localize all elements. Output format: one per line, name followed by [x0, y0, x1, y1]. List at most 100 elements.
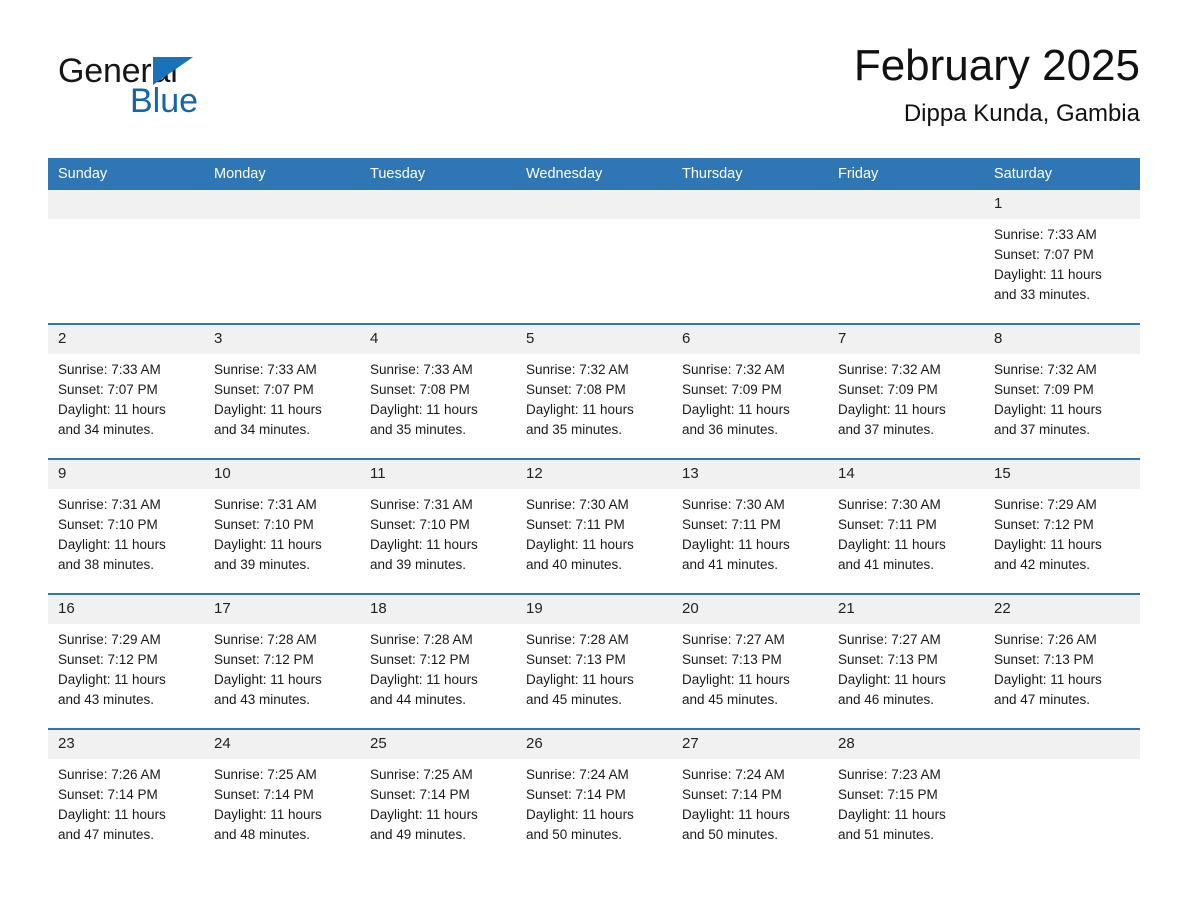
daylight-text-line1: Daylight: 11 hours	[682, 402, 790, 417]
sunset-text: Sunset: 7:09 PM	[994, 382, 1094, 397]
day-number	[204, 190, 360, 219]
day-details: Sunrise: 7:29 AM Sunset: 7:12 PM Daylight:…	[984, 489, 1140, 575]
day-number	[360, 190, 516, 219]
sunrise-text: Sunrise: 7:29 AM	[994, 497, 1097, 512]
sunset-text: Sunset: 7:13 PM	[682, 652, 782, 667]
daylight-text-line2: and 46 minutes.	[838, 692, 935, 707]
daylight-text-line1: Daylight: 11 hours	[370, 402, 478, 417]
daylight-text-line1: Daylight: 11 hours	[214, 537, 322, 552]
calendar-day-cell[interactable]: 28 Sunrise: 7:23 AM Sunset: 7:15 PM Dayligh…	[828, 728, 984, 863]
calendar-day-cell[interactable]: 8 Sunrise: 7:32 AM Sunset: 7:09 PM Daylight…	[984, 323, 1140, 459]
calendar-day-cell[interactable]: 24 Sunrise: 7:25 AM Sunset: 7:14 PM Dayligh…	[204, 728, 360, 863]
logo-triangle-icon	[153, 57, 193, 85]
daylight-text-line1: Daylight: 11 hours	[526, 807, 634, 822]
calendar-empty-cell	[672, 190, 828, 324]
title-block: February 2025 Dippa Kunda, Gambia	[854, 40, 1140, 130]
calendar-grid: Sunday Monday Tuesday Wednesday Thursday…	[48, 158, 1140, 863]
daylight-text-line2: and 44 minutes.	[370, 692, 467, 707]
calendar-day-cell[interactable]: 2 Sunrise: 7:33 AM Sunset: 7:07 PM Daylight…	[48, 323, 204, 459]
sunrise-text: Sunrise: 7:33 AM	[994, 227, 1097, 242]
calendar-day-cell[interactable]: 9 Sunrise: 7:31 AM Sunset: 7:10 PM Daylight…	[48, 458, 204, 594]
sunrise-text: Sunrise: 7:24 AM	[526, 767, 629, 782]
calendar-week-row: 2 Sunrise: 7:33 AM Sunset: 7:07 PM Daylight…	[48, 323, 1140, 459]
daylight-text-line2: and 47 minutes.	[58, 827, 155, 842]
sunset-text: Sunset: 7:07 PM	[214, 382, 314, 397]
daylight-text-line1: Daylight: 11 hours	[526, 537, 634, 552]
calendar-day-cell[interactable]: 27 Sunrise: 7:24 AM Sunset: 7:14 PM Dayligh…	[672, 728, 828, 863]
calendar-day-cell[interactable]: 16 Sunrise: 7:29 AM Sunset: 7:12 PM Dayligh…	[48, 593, 204, 729]
sunset-text: Sunset: 7:09 PM	[838, 382, 938, 397]
daylight-text-line1: Daylight: 11 hours	[838, 807, 946, 822]
day-details: Sunrise: 7:31 AM Sunset: 7:10 PM Daylight:…	[360, 489, 516, 575]
calendar-day-cell[interactable]: 6 Sunrise: 7:32 AM Sunset: 7:09 PM Daylight…	[672, 323, 828, 459]
daylight-text-line2: and 40 minutes.	[526, 557, 623, 572]
daylight-text-line1: Daylight: 11 hours	[58, 537, 166, 552]
day-number: 17	[204, 595, 360, 624]
day-details: Sunrise: 7:30 AM Sunset: 7:11 PM Daylight:…	[828, 489, 984, 575]
daylight-text-line2: and 47 minutes.	[994, 692, 1091, 707]
daylight-text-line1: Daylight: 11 hours	[526, 672, 634, 687]
daylight-text-line2: and 35 minutes.	[370, 422, 467, 437]
weekday-header-sunday: Sunday	[48, 158, 204, 190]
day-number: 13	[672, 460, 828, 489]
calendar-day-cell[interactable]: 23 Sunrise: 7:26 AM Sunset: 7:14 PM Dayligh…	[48, 728, 204, 863]
calendar-day-cell[interactable]: 1 Sunrise: 7:33 AM Sunset: 7:07 PM Daylight…	[984, 190, 1140, 324]
calendar-day-cell[interactable]: 5 Sunrise: 7:32 AM Sunset: 7:08 PM Daylight…	[516, 323, 672, 459]
daylight-text-line2: and 34 minutes.	[214, 422, 311, 437]
sunrise-text: Sunrise: 7:30 AM	[682, 497, 785, 512]
sunrise-text: Sunrise: 7:32 AM	[526, 362, 629, 377]
calendar-day-cell[interactable]: 19 Sunrise: 7:28 AM Sunset: 7:13 PM Dayligh…	[516, 593, 672, 729]
calendar-day-cell[interactable]: 7 Sunrise: 7:32 AM Sunset: 7:09 PM Daylight…	[828, 323, 984, 459]
daylight-text-line2: and 33 minutes.	[994, 287, 1091, 302]
day-details: Sunrise: 7:30 AM Sunset: 7:11 PM Daylight:…	[672, 489, 828, 575]
day-number: 5	[516, 325, 672, 354]
day-details: Sunrise: 7:30 AM Sunset: 7:11 PM Daylight:…	[516, 489, 672, 575]
daylight-text-line1: Daylight: 11 hours	[838, 402, 946, 417]
day-details: Sunrise: 7:31 AM Sunset: 7:10 PM Daylight:…	[204, 489, 360, 575]
sunrise-text: Sunrise: 7:33 AM	[58, 362, 161, 377]
page-title: February 2025	[853, 41, 1140, 90]
calendar-week-row: 1 Sunrise: 7:33 AM Sunset: 7:07 PM Daylight…	[48, 190, 1140, 324]
weekday-header-saturday: Saturday	[984, 158, 1140, 190]
calendar-day-cell[interactable]: 25 Sunrise: 7:25 AM Sunset: 7:14 PM Dayligh…	[360, 728, 516, 863]
sunset-text: Sunset: 7:12 PM	[58, 652, 158, 667]
day-number: 6	[672, 325, 828, 354]
calendar-day-cell[interactable]: 14 Sunrise: 7:30 AM Sunset: 7:11 PM Dayligh…	[828, 458, 984, 594]
calendar-day-cell[interactable]: 10 Sunrise: 7:31 AM Sunset: 7:10 PM Dayligh…	[204, 458, 360, 594]
calendar-day-cell[interactable]: 26 Sunrise: 7:24 AM Sunset: 7:14 PM Dayligh…	[516, 728, 672, 863]
calendar-day-cell[interactable]: 15 Sunrise: 7:29 AM Sunset: 7:12 PM Dayligh…	[984, 458, 1140, 594]
calendar-day-cell[interactable]: 11 Sunrise: 7:31 AM Sunset: 7:10 PM Dayligh…	[360, 458, 516, 594]
daylight-text-line1: Daylight: 11 hours	[682, 807, 790, 822]
calendar-day-cell[interactable]: 13 Sunrise: 7:30 AM Sunset: 7:11 PM Dayligh…	[672, 458, 828, 594]
day-number: 14	[828, 460, 984, 489]
daylight-text-line1: Daylight: 11 hours	[214, 402, 322, 417]
sunset-text: Sunset: 7:14 PM	[682, 787, 782, 802]
day-details: Sunrise: 7:32 AM Sunset: 7:08 PM Daylight:…	[516, 354, 672, 440]
sunrise-text: Sunrise: 7:28 AM	[370, 632, 473, 647]
calendar-day-cell[interactable]: 17 Sunrise: 7:28 AM Sunset: 7:12 PM Dayligh…	[204, 593, 360, 729]
calendar-day-cell[interactable]: 4 Sunrise: 7:33 AM Sunset: 7:08 PM Daylight…	[360, 323, 516, 459]
calendar-day-cell[interactable]: 21 Sunrise: 7:27 AM Sunset: 7:13 PM Dayligh…	[828, 593, 984, 729]
daylight-text-line2: and 34 minutes.	[58, 422, 155, 437]
calendar-empty-cell	[828, 190, 984, 324]
sunset-text: Sunset: 7:07 PM	[58, 382, 158, 397]
calendar-day-cell[interactable]: 3 Sunrise: 7:33 AM Sunset: 7:07 PM Daylight…	[204, 323, 360, 459]
daylight-text-line1: Daylight: 11 hours	[994, 672, 1102, 687]
day-number: 1	[984, 190, 1140, 219]
sunrise-text: Sunrise: 7:30 AM	[526, 497, 629, 512]
daylight-text-line1: Daylight: 11 hours	[994, 267, 1102, 282]
calendar-day-cell[interactable]: 18 Sunrise: 7:28 AM Sunset: 7:12 PM Dayligh…	[360, 593, 516, 729]
day-number	[828, 190, 984, 219]
calendar-day-cell[interactable]: 20 Sunrise: 7:27 AM Sunset: 7:13 PM Dayligh…	[672, 593, 828, 729]
daylight-text-line2: and 37 minutes.	[838, 422, 935, 437]
calendar-day-cell[interactable]: 12 Sunrise: 7:30 AM Sunset: 7:11 PM Dayligh…	[516, 458, 672, 594]
sunset-text: Sunset: 7:13 PM	[994, 652, 1094, 667]
day-number: 24	[204, 730, 360, 759]
sunset-text: Sunset: 7:14 PM	[214, 787, 314, 802]
day-number: 28	[828, 730, 984, 759]
calendar-page: General Blue February 2025 Dippa Kunda, …	[0, 0, 1188, 918]
day-details: Sunrise: 7:32 AM Sunset: 7:09 PM Daylight:…	[984, 354, 1140, 440]
sunrise-text: Sunrise: 7:31 AM	[214, 497, 317, 512]
calendar-day-cell[interactable]: 22 Sunrise: 7:26 AM Sunset: 7:13 PM Dayligh…	[984, 593, 1140, 729]
day-details: Sunrise: 7:28 AM Sunset: 7:13 PM Daylight:…	[516, 624, 672, 710]
